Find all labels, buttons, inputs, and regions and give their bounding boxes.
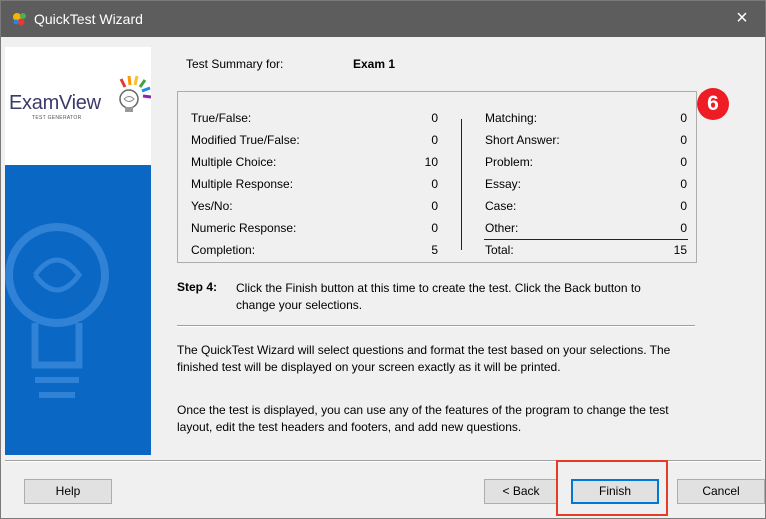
count-label: Multiple Choice: [191, 155, 277, 169]
content-separator [177, 325, 695, 327]
step-label: Step 4: [177, 280, 218, 294]
count-value: 0 [680, 199, 687, 213]
count-value: 0 [431, 177, 438, 191]
column-divider [461, 119, 462, 250]
close-icon[interactable]: × [719, 1, 765, 37]
app-icon [13, 13, 26, 26]
cancel-button-label: Cancel [702, 484, 740, 498]
total-rule [484, 239, 688, 240]
lightbulb-watermark-icon [5, 223, 109, 398]
count-value: 5 [431, 243, 438, 257]
finish-highlight-box [556, 460, 668, 516]
title-bar: QuickTest Wizard × [1, 1, 765, 37]
sidebar-decoration [5, 165, 151, 455]
count-label: Completion: [191, 243, 256, 257]
count-label: Numeric Response: [191, 221, 297, 235]
count-label: Case: [485, 199, 517, 213]
count-label: True/False: [191, 111, 252, 125]
help-button-label: Help [55, 484, 81, 498]
step-instructions: Click the Finish button at this time to … [236, 281, 641, 312]
count-value: 0 [680, 177, 687, 191]
test-name: Exam 1 [353, 57, 396, 71]
count-label: Modified True/False: [191, 133, 300, 147]
count-value: 0 [680, 133, 687, 147]
count-value: 0 [431, 111, 438, 125]
logo-panel: ExamView TEST GENERATOR [5, 47, 151, 165]
count-label: Multiple Response: [191, 177, 294, 191]
window-title: QuickTest Wizard [34, 11, 143, 27]
count-value: 0 [431, 199, 438, 213]
quicktest-wizard-dialog: QuickTest Wizard × ExamView TEST GENERAT… [0, 0, 766, 519]
total-label: Total: [485, 243, 514, 257]
count-value: 0 [680, 111, 687, 125]
total-value: 15 [673, 243, 687, 257]
annotation-step-badge: 6 [697, 88, 729, 120]
count-label: Other: [485, 221, 519, 235]
back-button-label: < Back [502, 484, 540, 498]
brand-logo-subtitle: TEST GENERATOR [32, 115, 82, 121]
count-value: 0 [680, 221, 687, 235]
count-value: 10 [424, 155, 438, 169]
count-label: Problem: [485, 155, 534, 169]
count-value: 0 [431, 133, 438, 147]
brand-logo-text: ExamView [9, 92, 101, 114]
count-value: 0 [680, 155, 687, 169]
info-paragraph: Once the test is displayed, you can use … [177, 403, 669, 434]
cancel-button[interactable]: Cancel [677, 479, 765, 504]
summary-label: Test Summary for: [186, 57, 284, 71]
help-button[interactable]: Help [24, 479, 112, 504]
info-paragraph: The QuickTest Wizard will select questio… [177, 343, 671, 374]
count-label: Yes/No: [191, 199, 233, 213]
count-label: Matching: [485, 111, 538, 125]
lightbulb-logo-icon [119, 75, 151, 112]
count-label: Short Answer: [485, 133, 560, 147]
back-button[interactable]: < Back [484, 479, 558, 504]
count-label: Essay: [485, 177, 522, 191]
count-value: 0 [431, 221, 438, 235]
